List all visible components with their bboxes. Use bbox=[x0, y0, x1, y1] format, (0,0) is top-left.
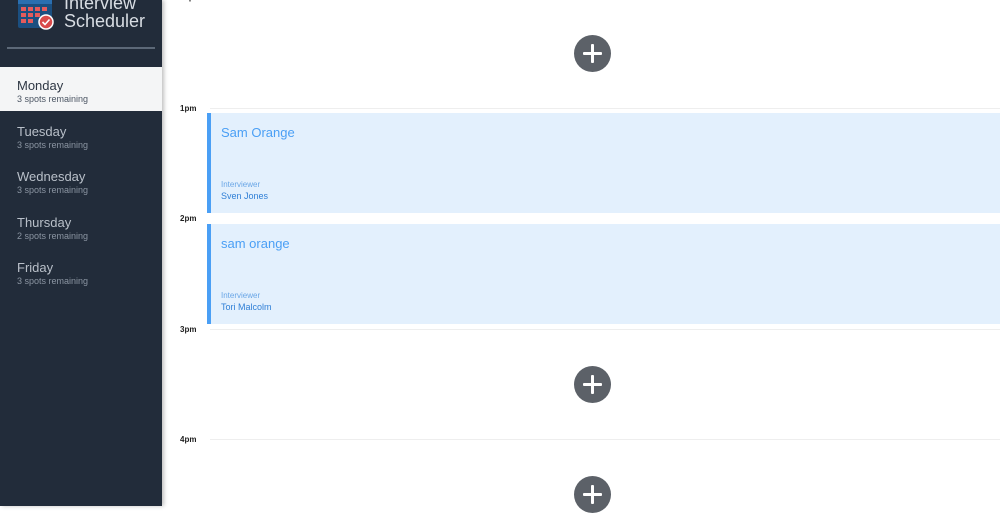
appointment-card[interactable]: Sam Orange Interviewer Sven Jones bbox=[207, 113, 1000, 213]
time-label-1pm: 1pm bbox=[180, 104, 197, 113]
time-label-2pm: 2pm bbox=[180, 214, 197, 223]
sidebar: Interview Scheduler Monday 3 spots remai… bbox=[0, 0, 162, 506]
app-title-line2: Scheduler bbox=[64, 11, 146, 31]
day-spots: 3 spots remaining bbox=[17, 140, 89, 150]
day-name: Friday bbox=[17, 260, 54, 275]
day-item-monday[interactable]: Monday 3 spots remaining bbox=[0, 67, 162, 111]
student-name: Sam Orange bbox=[221, 125, 295, 140]
hour-divider bbox=[210, 439, 1000, 440]
day-name: Tuesday bbox=[17, 124, 67, 139]
interviewer-name: Tori Malcolm bbox=[221, 302, 272, 312]
day-spots: 2 spots remaining bbox=[17, 231, 89, 241]
add-appointment-button[interactable] bbox=[574, 366, 611, 403]
day-item-friday[interactable]: Friday 3 spots remaining bbox=[0, 249, 162, 293]
interviewer-name: Sven Jones bbox=[221, 191, 269, 201]
time-label-12pm: 12pm bbox=[180, 0, 201, 2]
day-spots: 3 spots remaining bbox=[17, 185, 89, 195]
student-name: sam orange bbox=[221, 236, 290, 251]
hour-divider bbox=[210, 108, 1000, 109]
day-spots: 3 spots remaining bbox=[17, 94, 89, 104]
interviewer-label: Interviewer bbox=[221, 291, 261, 300]
interviewer-label: Interviewer bbox=[221, 180, 261, 189]
sidebar-divider bbox=[7, 47, 155, 49]
day-item-wednesday[interactable]: Wednesday 3 spots remaining bbox=[0, 158, 162, 202]
hour-divider bbox=[210, 329, 1000, 330]
time-label-4pm: 4pm bbox=[180, 435, 197, 444]
add-appointment-button[interactable] bbox=[574, 35, 611, 72]
day-name: Thursday bbox=[17, 215, 72, 230]
time-label-3pm: 3pm bbox=[180, 325, 197, 334]
add-appointment-button[interactable] bbox=[574, 476, 611, 513]
day-item-tuesday[interactable]: Tuesday 3 spots remaining bbox=[0, 113, 162, 157]
day-spots: 3 spots remaining bbox=[17, 276, 89, 286]
schedule: 12pm 1pm Sam Orange Interviewer Sven Jon… bbox=[162, 0, 1000, 513]
day-name: Monday bbox=[17, 78, 64, 93]
day-item-thursday[interactable]: Thursday 2 spots remaining bbox=[0, 204, 162, 248]
app-title: Interview Scheduler bbox=[64, 0, 174, 30]
calendar-logo-icon bbox=[18, 0, 54, 30]
day-name: Wednesday bbox=[17, 169, 86, 184]
appointment-card[interactable]: sam orange Interviewer Tori Malcolm bbox=[207, 224, 1000, 324]
